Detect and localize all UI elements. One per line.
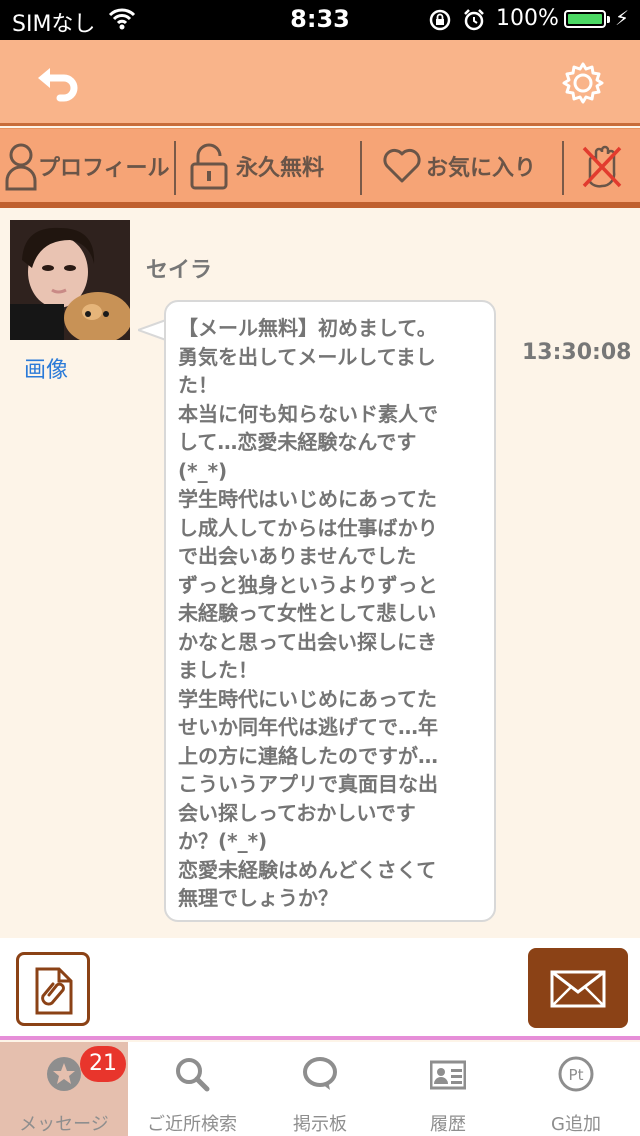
chat-bubble-icon	[303, 1057, 337, 1090]
person-icon	[5, 143, 37, 191]
battery-tip	[607, 16, 610, 23]
divider	[174, 141, 176, 195]
star-icon	[47, 1057, 81, 1091]
search-icon	[176, 1058, 210, 1092]
sender-avatar[interactable]	[10, 220, 130, 340]
divider	[562, 141, 564, 195]
block-button[interactable]	[580, 129, 630, 203]
avatar-photo	[10, 220, 130, 340]
battery-percent: 100%	[496, 6, 559, 31]
rotation-lock-icon	[428, 8, 452, 36]
block-hand-icon	[582, 145, 622, 188]
tab-label: ご近所検索	[147, 1114, 237, 1135]
favorite-button[interactable]: お気に入り	[382, 129, 552, 203]
compose-bar	[0, 938, 640, 1040]
envelope-icon	[550, 970, 606, 1008]
tab-messages[interactable]: 21 メッセージ	[0, 1042, 128, 1136]
attachment-icon	[35, 967, 73, 1015]
tab-label: G追加	[551, 1114, 601, 1135]
profile-action-bar: プロフィール 永久無料 お気に入り	[0, 128, 640, 208]
unread-badge: 21	[80, 1046, 126, 1082]
charging-icon: ⚡	[615, 6, 630, 30]
back-button[interactable]	[34, 62, 82, 102]
points-icon-text: Pt	[569, 1066, 584, 1084]
sender-name: セイラ	[146, 258, 213, 283]
image-link[interactable]: 画像	[24, 352, 68, 384]
gear-icon	[562, 62, 604, 104]
alarm-icon	[462, 8, 486, 36]
free-forever-label: 永久無料	[236, 156, 325, 181]
message-timestamp: 13:30:08	[522, 340, 632, 365]
battery-icon	[564, 10, 606, 28]
divider	[360, 141, 362, 195]
status-bar: SIMなし 8:33 100% ⚡	[0, 0, 640, 40]
message-bubble: 【メール無料】初めまして。 勇気を出してメールしてまし た！ 本当に何も知らない…	[164, 300, 496, 922]
attach-button[interactable]	[16, 952, 90, 1026]
padlock-icon	[190, 143, 228, 190]
profile-button[interactable]: プロフィール	[4, 129, 170, 203]
points-icon: Pt	[558, 1056, 594, 1092]
tab-label: メッセージ	[19, 1114, 109, 1135]
tab-label: 掲示板	[293, 1114, 347, 1135]
free-forever-button[interactable]: 永久無料	[188, 129, 358, 203]
heart-icon	[383, 148, 421, 183]
favorite-label: お気に入り	[426, 156, 537, 181]
send-mail-button[interactable]	[528, 948, 628, 1028]
tab-bulletin-board[interactable]: 掲示板	[256, 1042, 384, 1136]
profile-label: プロフィール	[38, 156, 170, 181]
id-card-icon	[430, 1060, 466, 1090]
message-body: 【メール無料】初めまして。 勇気を出してメールしてまし た！ 本当に何も知らない…	[178, 316, 438, 910]
tab-nearby-search[interactable]: ご近所検索	[128, 1042, 256, 1136]
settings-button[interactable]	[560, 60, 606, 106]
tab-history[interactable]: 履歴	[384, 1042, 512, 1136]
back-arrow-icon	[38, 68, 78, 102]
bottom-tab-bar: 21 メッセージ ご近所検索 掲示板 履歴 Pt G追加	[0, 1042, 640, 1136]
header-bar	[0, 40, 640, 126]
tab-label: 履歴	[430, 1114, 466, 1135]
tab-add-points[interactable]: Pt G追加	[512, 1042, 640, 1136]
